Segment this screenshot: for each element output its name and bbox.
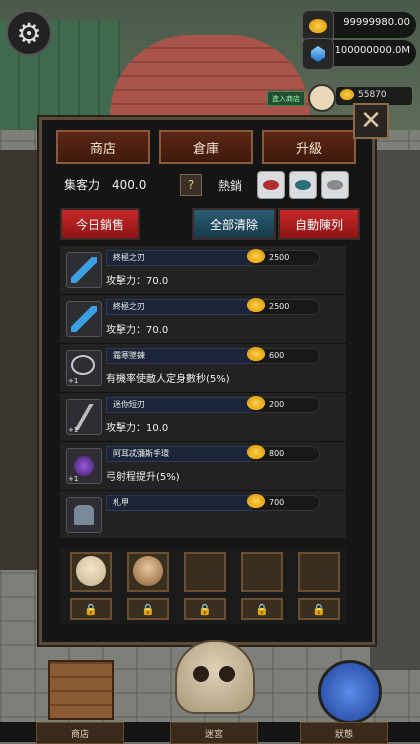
customer-draw: 集客力 400.0 (64, 176, 146, 193)
armor-icon (66, 497, 102, 533)
coin-icon (340, 89, 354, 100)
left-house (0, 150, 40, 570)
bottom-nav: 商店 迷宮 狀態 (0, 722, 420, 744)
item-price: 200 (247, 396, 320, 413)
shelf-slot-filled[interactable] (127, 552, 169, 592)
wooden-crate (48, 660, 114, 720)
gem-icon (302, 38, 334, 70)
lock-icon: 🔒 (255, 602, 269, 616)
shelf-slot-empty[interactable] (298, 552, 340, 592)
item-row[interactable]: 終極之刃 2500 攻擊力：70.0 (60, 246, 346, 295)
today-sales-button[interactable]: 今日銷售 (60, 208, 140, 240)
lock-icon: 🔒 (84, 602, 98, 616)
panel-tabs: 商店 倉庫 升級 (56, 130, 356, 164)
item-desc: 有機率使敵人定身數秒(5%) (106, 374, 230, 385)
shelf-slot-empty[interactable] (184, 552, 226, 592)
item-row[interactable]: +1 阿耳忒彌斯手環 800 弓射程提升(5%) (60, 442, 346, 491)
coin-icon (247, 298, 265, 312)
locked-slot[interactable]: 🔒 (241, 598, 283, 620)
item-desc: 攻擊力：70.0 (106, 276, 169, 287)
item-name: 札甲 (106, 495, 252, 511)
customer-draw-value: 400.0 (112, 178, 147, 192)
item-name: 迷你短刃 (106, 397, 252, 413)
locked-slot[interactable]: 🔒 (127, 598, 169, 620)
customer-avatar (133, 556, 163, 586)
display-shelf: 🔒 🔒 🔒 🔒 🔒 (60, 548, 346, 624)
skull-eye (219, 666, 235, 682)
item-row[interactable]: 札甲 700 (60, 491, 346, 538)
shelf-slot-empty[interactable] (241, 552, 283, 592)
nav-maze[interactable]: 迷宮 (170, 722, 258, 744)
skull-eye (193, 666, 209, 682)
coin-icon (247, 445, 265, 459)
necklace-icon: +1 (66, 350, 102, 386)
item-row[interactable]: +1 迷你短刃 200 攻擊力：10.0 (60, 393, 346, 442)
tab-warehouse[interactable]: 倉庫 (159, 130, 253, 164)
locked-slot[interactable]: 🔒 (184, 598, 226, 620)
item-price: 2500 (247, 298, 320, 315)
item-price: 600 (247, 347, 320, 364)
gem-counter: 100000000.0M (302, 38, 416, 70)
item-price: 800 (247, 445, 320, 462)
hot-sale-label: 熱銷 (218, 179, 243, 193)
settings-gear-icon[interactable]: ⚙ (6, 10, 52, 56)
coin-icon (247, 396, 265, 410)
item-name: 阿耳忒彌斯手環 (106, 446, 252, 462)
hot-item-1[interactable] (257, 171, 285, 199)
item-desc: 弓射程提升(5%) (106, 472, 180, 483)
bracelet-icon: +1 (66, 448, 102, 484)
help-icon[interactable]: ? (180, 174, 202, 196)
coin-icon (247, 494, 265, 508)
nav-status[interactable]: 狀態 (300, 722, 388, 744)
enter-shop-button[interactable]: 進入商店 (267, 91, 305, 106)
item-name: 終極之刃 (106, 250, 252, 266)
lock-icon: 🔒 (312, 602, 326, 616)
blue-armor-icon[interactable] (318, 660, 382, 724)
hot-item-2[interactable] (289, 171, 317, 199)
coin-icon (247, 249, 265, 263)
lock-icon: 🔒 (198, 602, 212, 616)
item-list[interactable]: 終極之刃 2500 攻擊力：70.0 終極之刃 2500 攻擊力：70.0 +1… (60, 246, 346, 538)
item-name: 霜寒墜鍊 (106, 348, 252, 364)
tab-upgrade[interactable]: 升級 (262, 130, 356, 164)
tab-shop[interactable]: 商店 (56, 130, 150, 164)
shop-gold-value: 55870 (358, 90, 387, 100)
right-house (370, 150, 420, 670)
locked-slot[interactable]: 🔒 (70, 598, 112, 620)
item-desc: 攻擊力：70.0 (106, 325, 169, 336)
shopkeeper-avatar (308, 84, 336, 112)
gold-counter: 99999980.00 (302, 10, 416, 42)
gem-value: 100000000.0M (334, 45, 410, 56)
coin-icon (247, 347, 265, 361)
lock-icon: 🔒 (141, 602, 155, 616)
skull-icon[interactable] (175, 640, 255, 714)
nav-shop[interactable]: 商店 (36, 722, 124, 744)
item-price: 2500 (247, 249, 320, 266)
clear-all-button[interactable]: 全部清除 (192, 208, 276, 240)
item-desc: 攻擊力：10.0 (106, 423, 169, 434)
gold-value: 99999980.00 (343, 17, 410, 28)
item-price: 700 (247, 494, 320, 511)
blue-sword-icon (66, 252, 102, 288)
close-button[interactable]: ✕ (353, 103, 389, 139)
item-row[interactable]: +1 霜寒墜鍊 600 有機率使敵人定身數秒(5%) (60, 344, 346, 393)
auto-display-button[interactable]: 自動陳列 (278, 208, 360, 240)
item-name: 終極之刃 (106, 299, 252, 315)
item-row[interactable]: 終極之刃 2500 攻擊力：70.0 (60, 295, 346, 344)
dagger-icon: +1 (66, 399, 102, 435)
shelf-slot-filled[interactable] (70, 552, 112, 592)
customer-draw-label: 集客力 (64, 178, 101, 192)
shop-panel: 商店 倉庫 升級 集客力 400.0 ? 熱銷 今日銷售 全部清除 自動陳列 終極… (39, 117, 375, 645)
customer-avatar (76, 556, 106, 586)
hot-item-3[interactable] (321, 171, 349, 199)
locked-slot[interactable]: 🔒 (298, 598, 340, 620)
blue-sword-icon (66, 301, 102, 337)
